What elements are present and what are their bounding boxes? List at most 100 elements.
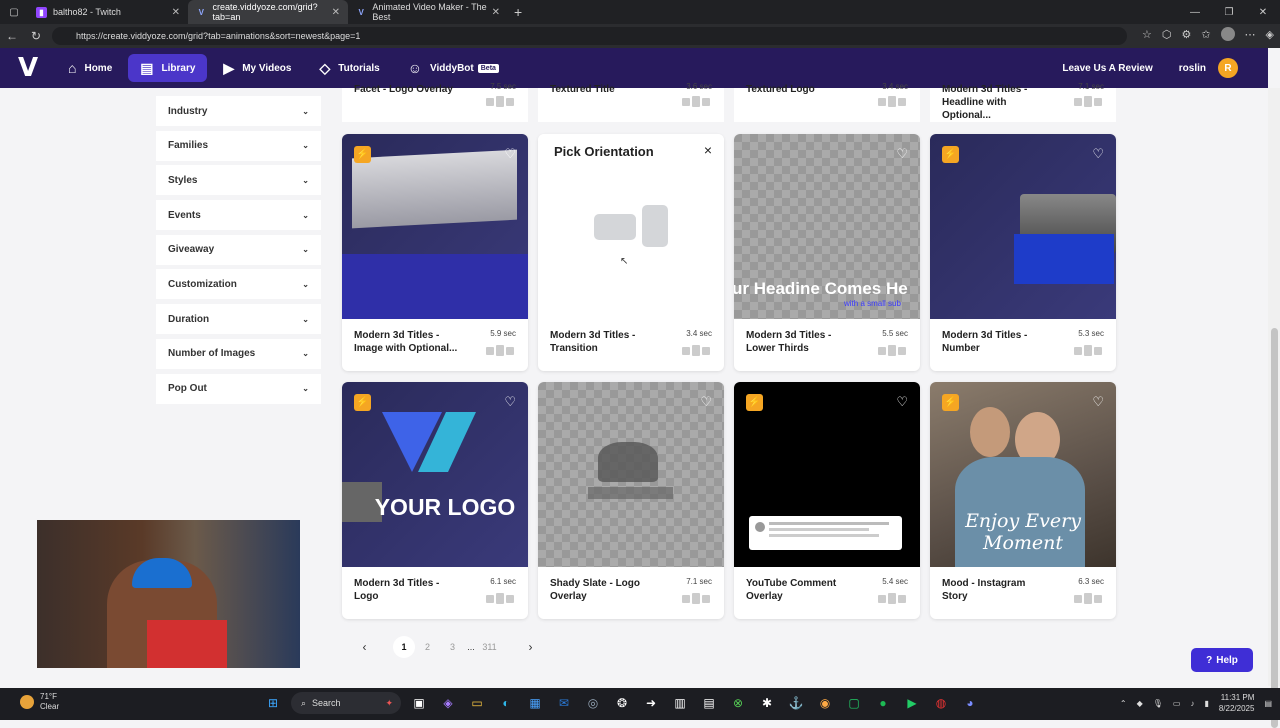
store-icon[interactable]: ▦ (524, 692, 546, 714)
tray-app-icon[interactable]: ◆ (1137, 699, 1143, 708)
heart-icon[interactable]: ♡ (504, 146, 516, 162)
new-tab-button[interactable]: + (514, 4, 522, 20)
copilot-icon[interactable]: ◈ (437, 692, 459, 714)
animation-card[interactable]: ⚡ ♡ Modern 3d Titles - Number 5.3 sec (930, 134, 1116, 371)
more-menu-icon[interactable]: ⋯ (1245, 28, 1256, 41)
close-tab-icon[interactable]: ✕ (492, 7, 500, 18)
refresh-icon[interactable]: ↻ (24, 29, 48, 43)
heart-icon[interactable]: ♡ (1092, 146, 1104, 162)
xbox-icon[interactable]: ⊗ (727, 692, 749, 714)
nav-viddybot[interactable]: ☺ ViddyBot Beta (396, 54, 511, 82)
close-window-icon[interactable]: ✕ (1246, 0, 1280, 24)
browser-tab-viddyoze-home[interactable]: V Animated Video Maker - The Best ✕ (348, 0, 508, 24)
notifications-icon[interactable]: ▤ (1264, 699, 1272, 708)
card-thumbnail[interactable]: Enjoy Every Moment ⚡ ♡ (930, 382, 1116, 567)
filter-customization[interactable]: Customization ⌄ (156, 269, 321, 300)
animation-card[interactable]: ♡ Shady Slate - Logo Overlay 7.1 sec (538, 382, 724, 619)
scrollbar-thumb[interactable] (1271, 328, 1278, 728)
animation-card[interactable]: Pick Orientation × ↖ Modern 3d Titles - … (538, 134, 724, 371)
filter-events[interactable]: Events ⌄ (156, 200, 321, 231)
filter-families[interactable]: Families ⌄ (156, 130, 321, 161)
page-2-button[interactable]: 2 (415, 636, 440, 658)
landscape-orientation-option[interactable] (594, 214, 636, 240)
animation-card[interactable]: Facet - Logo Overlay 7.5 sec (342, 82, 528, 122)
animation-card[interactable]: ur Headine Comes He with a small sub ♡ M… (734, 134, 920, 371)
heart-icon[interactable]: ♡ (896, 146, 908, 162)
card-thumbnail[interactable]: ur Headine Comes He with a small sub ♡ (734, 134, 920, 319)
animation-card[interactable]: Textured Logo 3.4 sec (734, 82, 920, 122)
favorite-star-icon[interactable]: ☆ (1142, 28, 1152, 41)
heart-icon[interactable]: ♡ (700, 394, 712, 410)
chevron-up-icon[interactable]: ⌃ (1120, 699, 1127, 708)
taskbar-search[interactable]: ⌕ Search ✦ (291, 692, 401, 714)
help-button[interactable]: ? Help (1191, 648, 1253, 672)
file-explorer-icon[interactable]: ▭ (466, 692, 488, 714)
app-icon[interactable]: ▥ (669, 692, 691, 714)
animation-card[interactable]: Textured Title 3.6 sec (538, 82, 724, 122)
viddyoze-logo[interactable]: V (0, 53, 56, 83)
close-icon[interactable]: × (704, 142, 712, 158)
browser-tab-twitch[interactable]: ▮ baltho82 - Twitch ✕ (28, 0, 188, 24)
heart-icon[interactable]: ♡ (1092, 394, 1104, 410)
windows-start-icon[interactable]: ⊞ (262, 692, 284, 714)
username[interactable]: roslin (1179, 63, 1206, 74)
app-icon[interactable]: ▤ (698, 692, 720, 714)
app-icon[interactable]: ⚓ (785, 692, 807, 714)
card-thumbnail[interactable]: ⚡ ♡ (734, 382, 920, 567)
network-icon[interactable]: ▭ (1173, 699, 1181, 708)
spotify-icon[interactable]: ● (872, 692, 894, 714)
page-scrollbar[interactable] (1268, 88, 1280, 728)
app-icon[interactable]: ▶ (901, 692, 923, 714)
steam-icon[interactable]: ◎ (582, 692, 604, 714)
card-thumbnail[interactable]: YOUR LOGO ⚡ ♡ (342, 382, 528, 567)
card-thumbnail[interactable]: ⚡ ♡ (342, 134, 528, 319)
filter-styles[interactable]: Styles ⌄ (156, 165, 321, 196)
nav-home[interactable]: ⌂ Home (56, 54, 124, 82)
animation-card[interactable]: ⚡ ♡ YouTube Comment Overlay 5.4 sec (734, 382, 920, 619)
next-page-button[interactable]: › (518, 636, 543, 658)
app-icon[interactable]: ➜ (640, 692, 662, 714)
nav-my-videos[interactable]: ▶ My Videos (211, 54, 303, 82)
browser-tab-viddyoze-grid[interactable]: V create.viddyoze.com/grid?tab=an ✕ (188, 0, 348, 24)
split-screen-icon[interactable]: ⚙ (1181, 28, 1191, 41)
animation-card[interactable]: ⚡ ♡ Modern 3d Titles - Image with Option… (342, 134, 528, 371)
avatar[interactable]: R (1218, 58, 1238, 78)
leave-review-link[interactable]: Leave Us A Review (1062, 63, 1152, 74)
task-view-icon[interactable]: ▣ (408, 692, 430, 714)
portrait-orientation-option[interactable] (642, 205, 668, 247)
system-clock[interactable]: 11:31 PM 8/22/2025 (1219, 692, 1255, 714)
back-icon[interactable]: ← (0, 29, 24, 43)
minimize-icon[interactable]: — (1178, 0, 1212, 24)
close-tab-icon[interactable]: ✕ (172, 7, 180, 18)
close-tab-icon[interactable]: ✕ (332, 7, 340, 18)
prev-page-button[interactable]: ‹ (352, 636, 377, 658)
copilot-icon[interactable]: ◈ (1266, 28, 1274, 41)
filter-industry[interactable]: Industry ⌄ (156, 96, 321, 126)
heart-icon[interactable]: ♡ (896, 394, 908, 410)
nav-tutorials[interactable]: ◇ Tutorials (307, 54, 391, 82)
last-page-button[interactable]: 311 (477, 636, 502, 658)
discord-icon[interactable]: ◕ (959, 692, 981, 714)
card-thumbnail[interactable]: ⚡ ♡ (930, 134, 1116, 319)
filter-duration[interactable]: Duration ⌄ (156, 304, 321, 335)
edge-browser-icon[interactable]: ◐ (495, 692, 517, 714)
app-icon[interactable]: ▢ (843, 692, 865, 714)
filter-pop-out[interactable]: Pop Out ⌄ (156, 373, 321, 404)
filter-giveaway[interactable]: Giveaway ⌄ (156, 234, 321, 265)
page-1-button[interactable]: 1 (393, 636, 415, 658)
battery-icon[interactable]: ▮ (1204, 699, 1208, 708)
extensions-icon[interactable]: ⬡ (1162, 28, 1172, 41)
chrome-icon[interactable]: ◉ (814, 692, 836, 714)
maximize-icon[interactable]: ❐ (1212, 0, 1246, 24)
url-field[interactable]: https://create.viddyoze.com/grid?tab=ani… (52, 27, 1127, 45)
app-icon[interactable]: ◍ (930, 692, 952, 714)
openai-icon[interactable]: ❂ (611, 692, 633, 714)
app-icon[interactable]: ✱ (756, 692, 778, 714)
outlook-icon[interactable]: ✉ (553, 692, 575, 714)
profile-icon[interactable] (1220, 27, 1235, 41)
microphone-icon[interactable]: 🎙 (1153, 699, 1163, 708)
page-3-button[interactable]: 3 (440, 636, 465, 658)
animation-card[interactable]: YOUR LOGO ⚡ ♡ Modern 3d Titles - Logo 6.… (342, 382, 528, 619)
animation-card[interactable]: Enjoy Every Moment ⚡ ♡ Mood - Instagram … (930, 382, 1116, 619)
animation-card[interactable]: Modern 3d Titles - Headline with Optiona… (930, 82, 1116, 122)
